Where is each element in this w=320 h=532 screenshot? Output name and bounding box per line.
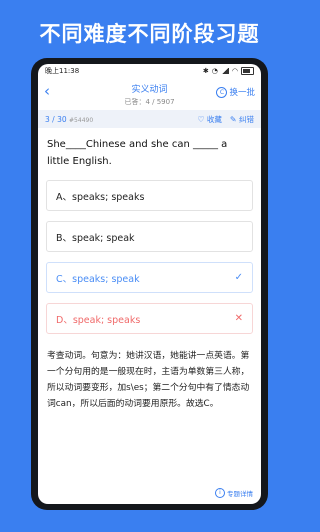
- status-time: 晚上11:38: [45, 67, 80, 75]
- answered-count: 已答：4 / 5907: [124, 98, 175, 106]
- alarm-icon: ◔: [211, 67, 218, 75]
- option-a[interactable]: A、speaks; speaks: [46, 180, 253, 211]
- switch-batch-button[interactable]: C 换一批: [216, 86, 255, 98]
- question-progress: 3 / 30 #54490: [45, 115, 93, 124]
- status-bar: 晚上11:38 ✱ ◔ ◠: [38, 64, 261, 78]
- option-d[interactable]: D、speak; speaks ✕: [46, 303, 253, 334]
- bluetooth-icon: ✱: [202, 67, 209, 75]
- report-error-button[interactable]: ✎ 纠错: [230, 114, 254, 125]
- battery-icon: [241, 67, 254, 75]
- question-actions: ♡ 收藏 ✎ 纠错: [197, 114, 254, 125]
- edit-icon: ✎: [229, 114, 237, 124]
- heart-icon: ♡: [197, 114, 205, 124]
- question-id: #54490: [69, 116, 94, 124]
- refresh-circle-icon: C: [216, 86, 228, 98]
- header: ‹ 实义动词 已答：4 / 5907 C 换一批: [38, 78, 261, 107]
- app-screen: 晚上11:38 ✱ ◔ ◠ ‹ 实义动词 已答：4 / 5907 C 换一批 3…: [38, 64, 261, 504]
- option-label: C、speaks; speak: [56, 273, 140, 285]
- explanation-text: 考查动词。句意为：她讲汉语，她能讲一点英语。第一个分句用的是一般现在时，主语为单…: [47, 351, 250, 409]
- cross-icon: ✕: [234, 313, 243, 324]
- status-icons: ✱ ◔ ◠: [203, 67, 254, 75]
- option-c[interactable]: C、speaks; speak ✓: [46, 262, 253, 293]
- report-error-label: 纠错: [239, 114, 254, 124]
- topic-details-link[interactable]: i 专题详情: [215, 488, 253, 498]
- topic-details-label: 专题详情: [227, 490, 253, 498]
- banner-title: 不同难度不同阶段习题: [39, 22, 260, 46]
- option-label: A、speaks; speaks: [56, 191, 145, 203]
- check-icon: ✓: [234, 272, 243, 283]
- wifi-icon: ◠: [231, 67, 238, 75]
- favorite-button[interactable]: ♡ 收藏: [197, 114, 222, 125]
- question-progress-bar: 3 / 30 #54490 ♡ 收藏 ✎ 纠错: [38, 110, 261, 128]
- option-b[interactable]: B、speak; speak: [46, 221, 253, 252]
- switch-batch-label: 换一批: [229, 88, 255, 98]
- question-text: She____Chinese and she can _____ a littl…: [47, 139, 228, 167]
- signal-icon: [220, 68, 229, 74]
- favorite-label: 收藏: [206, 114, 222, 124]
- option-label: B、speak; speak: [56, 232, 135, 244]
- option-label: D、speak; speaks: [56, 314, 141, 326]
- total-questions: / 30: [52, 114, 67, 124]
- current-question: 3: [45, 114, 50, 124]
- info-circle-icon: i: [215, 488, 225, 498]
- options-list: A、speaks; speaks B、speak; speak C、speaks…: [38, 180, 261, 334]
